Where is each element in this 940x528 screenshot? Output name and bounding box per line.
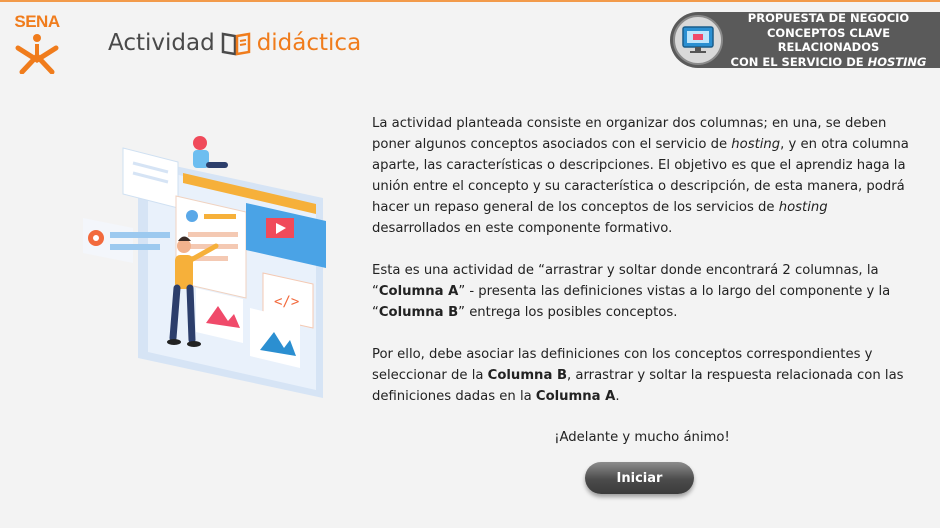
start-button[interactable]: Iniciar [585, 462, 694, 494]
illus-man-head [177, 239, 191, 253]
p3-bold-1: Columna B [487, 368, 567, 383]
illus-woman-legs [206, 162, 228, 168]
monitor-icon [682, 26, 714, 53]
activity-title-main: Actividad [108, 30, 215, 56]
badge-line-3: con el servicio de hosting [723, 55, 934, 70]
illus-gear-bar [110, 232, 170, 238]
illus-gear-hole [93, 235, 99, 241]
encouragement-text: ¡Adelante y mucho ánimo! [554, 430, 730, 445]
p2-bold-2: Columna B [378, 305, 459, 320]
illus-woman-hair [193, 136, 207, 150]
badge-line-3-text: con el servicio de [730, 54, 864, 69]
instructions-paragraph-2: Esta es una actividad de “arrastrar y so… [372, 260, 912, 323]
p2-bold-1: Columna A [378, 284, 459, 299]
illus-code-icon: </> [274, 294, 299, 310]
illus-line [204, 214, 236, 219]
topic-badge: Propuesta de negocio Conceptos clave rel… [670, 11, 940, 69]
p1-italic-1: hosting [731, 137, 781, 152]
sena-logo-icon [15, 34, 59, 74]
activity-title: Actividad didáctica [108, 28, 361, 58]
badge-icon-frame [673, 15, 723, 65]
instructions-paragraph-3: Por ello, debe asociar las definiciones … [372, 344, 912, 407]
illus-line [188, 232, 238, 237]
badge-line-3-italic: hosting [867, 54, 927, 69]
p1-text-c: desarrollados en este componente formati… [372, 221, 673, 236]
illus-avatar-dot [186, 210, 198, 222]
activity-illustration: </> [83, 136, 326, 398]
instructions-paragraph-1: La actividad planteada consiste en organ… [372, 113, 912, 239]
p2-text-c: ” entrega los posibles conceptos. [458, 305, 678, 320]
p3-bold-2: Columna A [535, 389, 616, 404]
p1-italic-2: hosting [778, 200, 828, 215]
sena-logo: SENA [14, 12, 60, 74]
illus-man-shoe [167, 339, 181, 345]
badge-line-2: Conceptos clave relacionados [766, 25, 891, 55]
illus-man-shoe [187, 341, 201, 347]
illus-man-leg [186, 284, 196, 344]
activity-title-accent: didáctica [256, 30, 362, 56]
book-icon [221, 32, 250, 56]
illus-gear-bar [110, 244, 160, 250]
p3-text-c: . [615, 389, 620, 404]
top-accent-line [0, 0, 940, 2]
illus-man-leg [169, 284, 181, 342]
instructions-text: La actividad planteada consiste en organ… [372, 113, 912, 428]
badge-line-1: Propuesta de negocio [747, 11, 910, 25]
badge-text: Propuesta de negocio Conceptos clave rel… [723, 11, 940, 69]
